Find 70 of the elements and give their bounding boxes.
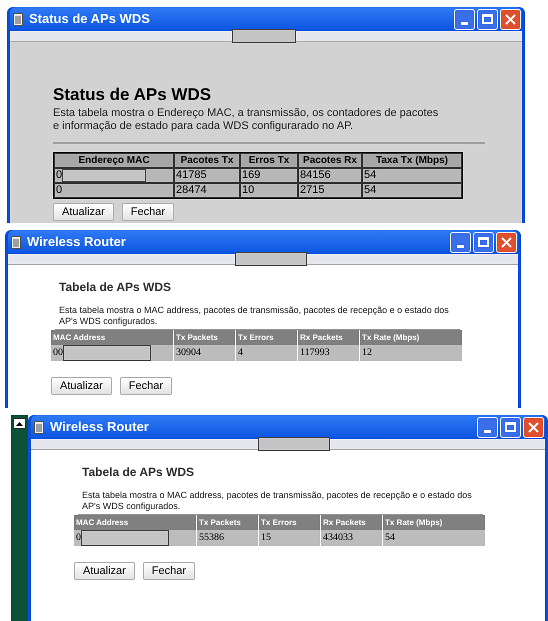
table-cell: 30904 [174, 345, 236, 361]
table-cell: 28474 [174, 183, 240, 198]
table-cell: 4 [236, 345, 298, 361]
column-header: Tx Errors [236, 330, 298, 345]
table-cell: 84156 [298, 168, 362, 183]
window-title: Wireless Router [27, 233, 127, 252]
table-cell: 0 [54, 183, 174, 198]
column-header: Pacotes Rx [298, 153, 362, 168]
window-title: Status de APs WDS [29, 10, 151, 28]
column-header: Endereço MAC [54, 153, 174, 168]
document-icon [11, 236, 21, 248]
table-cell: 54 [362, 183, 462, 198]
minimize-button[interactable] [454, 8, 475, 30]
table-cell: 434033 [321, 530, 383, 546]
column-header: MAC Address [74, 515, 197, 530]
table-cell: 54 [383, 530, 486, 546]
description-text: Esta tabela mostra o MAC address, pacotes de transmissão, pacotes de recepção e o estado dos AP's WDS configurados. [82, 490, 473, 512]
minimize-button[interactable] [477, 416, 498, 438]
close-button[interactable] [523, 416, 544, 438]
action-button[interactable]: Atualizar [51, 377, 112, 395]
column-header: Tx Rate (Mbps) [383, 515, 486, 530]
window-title: Wireless Router [50, 418, 150, 436]
close-button[interactable] [500, 8, 521, 30]
page-heading: Status de APs WDS [53, 85, 212, 105]
minimize-button[interactable] [450, 232, 471, 252]
redaction-box [235, 252, 307, 266]
action-button[interactable]: Fechar [142, 562, 196, 580]
column-header: Tx Errors [259, 515, 321, 530]
table-cell: 00 [51, 345, 174, 361]
action-button[interactable]: Fechar [122, 203, 174, 221]
column-header: Tx Packets [197, 515, 259, 530]
table-cell: 2715 [298, 183, 362, 198]
close-icon [528, 422, 539, 432]
action-button[interactable]: Atualizar [74, 562, 135, 580]
table-cell: 10 [240, 183, 298, 198]
document-icon [34, 420, 44, 434]
table-cell: 15 [259, 530, 321, 546]
description-text: Esta tabela mostra o MAC address, pacotes de transmissão, pacotes de recepção e o estado dos AP's WDS configurados. [59, 305, 450, 327]
column-header: Taxa Tx (Mbps) [362, 153, 462, 168]
column-header: Pacotes Tx [174, 153, 240, 168]
column-header: Erros Tx [240, 153, 298, 168]
action-button[interactable]: Fechar [120, 377, 172, 395]
close-button[interactable] [496, 232, 517, 252]
description-text: Esta tabela mostra o Endereço MAC, a transmissão, os contadores de pacotes [53, 107, 440, 120]
column-header: Tx Packets [174, 330, 236, 345]
table-cell: 55386 [197, 530, 259, 546]
redaction-box [258, 437, 330, 451]
close-icon [505, 14, 516, 24]
description-text: e informação de estado para cada WDS configurarado no AP. [53, 120, 354, 133]
maximize-button[interactable] [500, 416, 521, 438]
column-header: MAC Address [51, 330, 174, 345]
table-cell: 54 [362, 168, 462, 183]
document-icon [13, 12, 23, 26]
table-cell: 0 [54, 168, 174, 183]
action-button[interactable]: Atualizar [53, 203, 114, 221]
redaction-box [232, 29, 296, 43]
table-cell: 0 [74, 530, 197, 546]
page-heading: Tabela de APs WDS [58, 279, 172, 295]
close-icon [501, 236, 512, 248]
column-header: Rx Packets [321, 515, 383, 530]
maximize-button[interactable] [477, 8, 498, 30]
table-cell: 117993 [298, 345, 360, 361]
column-header: Rx Packets [298, 330, 360, 345]
maximize-button[interactable] [473, 232, 494, 252]
page-heading: Tabela de APs WDS [81, 464, 196, 480]
table-cell: 12 [360, 345, 463, 361]
table-cell: 169 [240, 168, 298, 183]
scroll-up-icon[interactable] [13, 418, 26, 429]
table-cell: 41785 [174, 168, 240, 183]
column-header: Tx Rate (Mbps) [360, 330, 463, 345]
